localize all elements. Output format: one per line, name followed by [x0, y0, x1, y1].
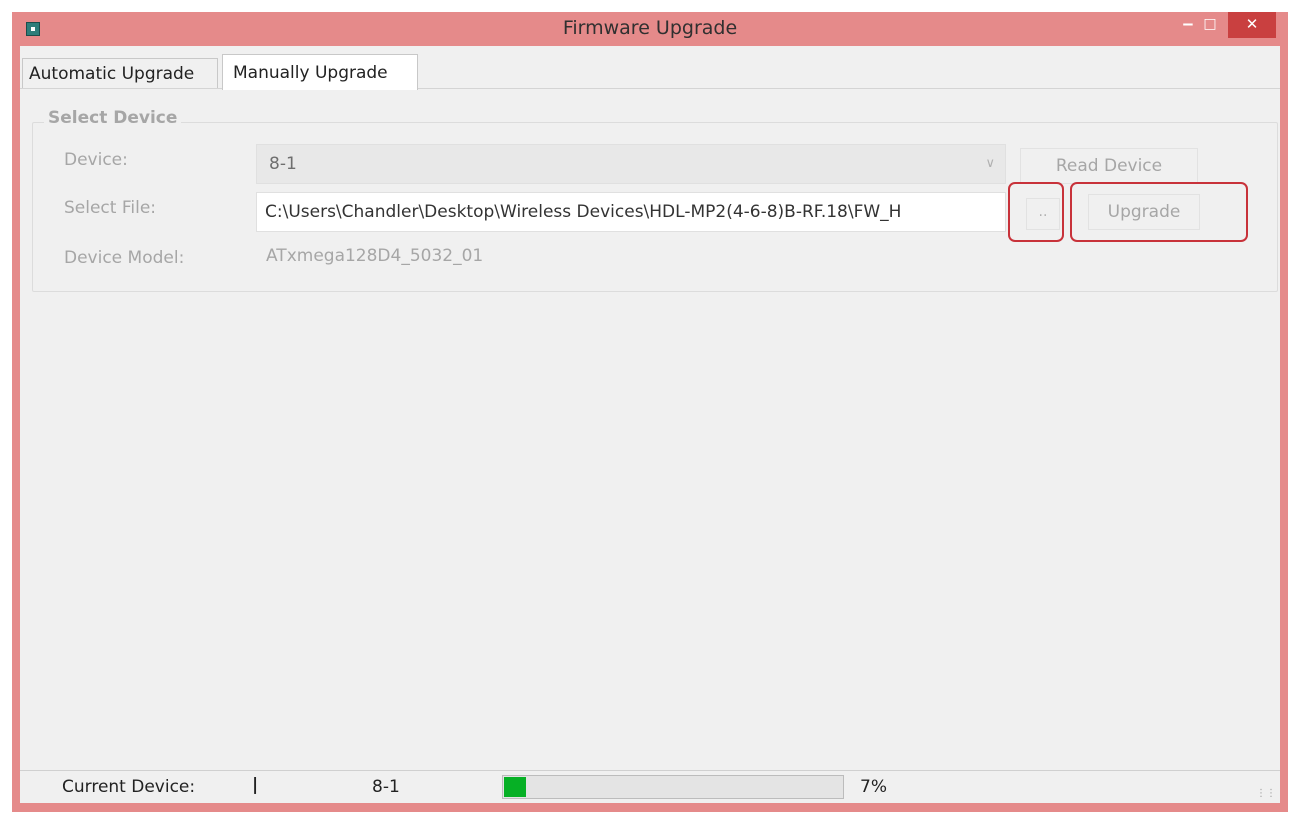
progress-fill: [504, 777, 526, 797]
window-title: Firmware Upgrade: [562, 17, 738, 39]
file-path-field[interactable]: C:\Users\Chandler\Desktop\Wireless Devic…: [256, 192, 1006, 232]
current-device-value: 8-1: [372, 777, 400, 797]
device-model-label: Device Model:: [64, 248, 185, 268]
select-file-label: Select File:: [64, 198, 157, 218]
firmware-upgrade-window: Firmware Upgrade ‒ □ ✕ Automatic Upgrade…: [12, 12, 1288, 812]
device-label: Device:: [64, 150, 128, 170]
device-select-value: 8-1: [269, 154, 297, 174]
resize-grip-icon[interactable]: ⋮⋮: [1256, 789, 1276, 799]
device-select[interactable]: 8-1 ∨: [256, 144, 1006, 184]
upgrade-highlight: [1070, 182, 1248, 242]
upgrade-progress-bar: [502, 775, 844, 799]
tab-automatic-upgrade[interactable]: Automatic Upgrade: [22, 58, 218, 88]
tab-bar: Automatic Upgrade Manually Upgrade: [20, 46, 1280, 90]
status-separator: |: [252, 775, 259, 795]
close-button[interactable]: ✕: [1228, 12, 1276, 38]
select-device-group-title: Select Device: [44, 108, 182, 128]
read-device-button[interactable]: Read Device: [1020, 148, 1198, 184]
maximize-button[interactable]: □: [1198, 12, 1222, 38]
client-area: Automatic Upgrade Manually Upgrade Selec…: [20, 46, 1280, 803]
progress-percent: 7%: [860, 777, 887, 797]
title-bar[interactable]: Firmware Upgrade ‒ □ ✕: [12, 12, 1288, 46]
device-model-value: ATxmega128D4_5032_01: [266, 246, 484, 266]
chevron-down-icon[interactable]: ∨: [985, 145, 995, 183]
tab-manually-upgrade[interactable]: Manually Upgrade: [222, 54, 418, 90]
status-bar: Current Device: | 8-1 7% ⋮⋮: [20, 770, 1280, 803]
current-device-label: Current Device:: [62, 777, 196, 797]
browse-highlight: [1008, 182, 1064, 242]
minimize-button[interactable]: ‒: [1176, 12, 1200, 38]
